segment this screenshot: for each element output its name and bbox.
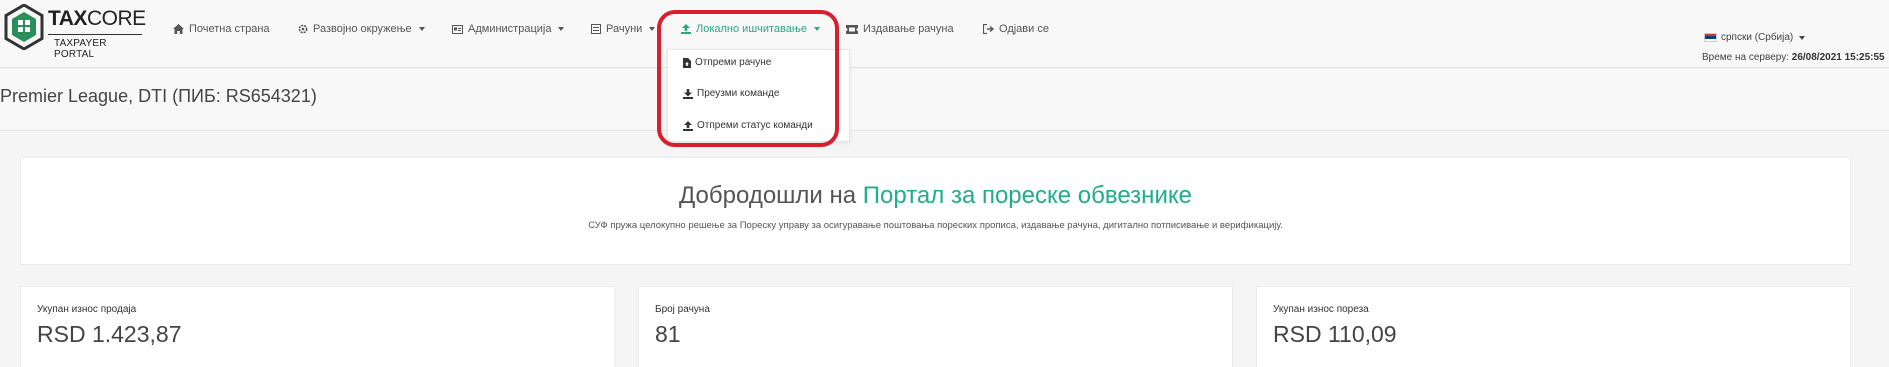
- serbian-flag-icon: [1704, 33, 1717, 42]
- ticket-icon: [846, 24, 858, 34]
- chevron-down-icon: [813, 27, 820, 31]
- file-upload-icon: [683, 57, 691, 68]
- brand-subtitle: TAXPAYER PORTAL: [54, 38, 107, 60]
- nav-administration[interactable]: Администрација: [452, 20, 565, 38]
- menu-item-upload-command-status[interactable]: Отпреми статус команди: [683, 120, 813, 131]
- stat-value: RSD 110,09: [1273, 321, 1397, 347]
- brand-underline: [48, 34, 142, 35]
- stat-value: 81: [655, 321, 681, 347]
- company-name: Premier League, DTI (ПИБ: RS654321): [0, 86, 317, 106]
- download-icon: [683, 88, 693, 99]
- top-navbar: TAXCORE TAXPAYER PORTAL Почетна страна Р…: [0, 0, 1889, 68]
- nav-dev-environment[interactable]: Развојно окружење: [298, 20, 425, 38]
- nav-local-reading[interactable]: Локално ишчитавање: [681, 20, 820, 38]
- local-reading-dropdown: Отпреми рачуне Преузми команде Отпреми с…: [667, 49, 850, 142]
- nav-issue-invoice[interactable]: Издавање рачуна: [846, 20, 954, 38]
- language-selector[interactable]: српски (Србија): [1704, 32, 1806, 43]
- nav-invoices[interactable]: Рачуни: [591, 20, 656, 38]
- upload-icon: [683, 120, 693, 131]
- upload-icon: [681, 24, 691, 34]
- stat-value: RSD 1.423,87: [37, 321, 182, 347]
- chevron-down-icon: [649, 27, 656, 31]
- menu-item-download-commands[interactable]: Преузми команде: [683, 88, 779, 99]
- chevron-down-icon: [1799, 35, 1806, 40]
- stat-card-invoice-count: Број рачуна 81: [638, 286, 1233, 367]
- welcome-title: Добродошли на Портал за пореске обвезник…: [679, 182, 1192, 209]
- server-time: Време на серверу: 26/08/2021 15:25:55: [1702, 52, 1885, 63]
- taxcore-logo[interactable]: TAXCORE TAXPAYER PORTAL: [4, 4, 146, 60]
- stat-card-total-sales: Укупан износ продаја RSD 1.423,87: [20, 286, 615, 367]
- nav-home[interactable]: Почетна страна: [173, 20, 270, 38]
- cog-icon: [298, 24, 308, 34]
- stat-label: Број рачуна: [655, 304, 710, 315]
- stat-card-total-tax: Укупан износ пореза RSD 110,09: [1256, 286, 1851, 367]
- welcome-card: Добродошли на Портал за пореске обвезник…: [20, 157, 1851, 265]
- id-card-icon: [452, 24, 463, 34]
- menu-item-upload-invoices[interactable]: Отпреми рачуне: [683, 57, 771, 68]
- home-icon: [173, 24, 184, 34]
- chevron-down-icon: [418, 27, 425, 31]
- stat-label: Укупан износ продаја: [37, 304, 137, 315]
- welcome-description: СУФ пружа целокупно решење за Пореску уп…: [588, 220, 1283, 231]
- brand-title: TAXCORE: [48, 7, 146, 30]
- sign-out-icon: [983, 24, 994, 34]
- chevron-down-icon: [558, 27, 565, 31]
- stat-label: Укупан износ пореза: [1273, 304, 1369, 315]
- logo-emblem-icon: [4, 4, 44, 50]
- list-icon: [591, 24, 601, 34]
- nav-sign-out[interactable]: Одјави се: [983, 20, 1049, 38]
